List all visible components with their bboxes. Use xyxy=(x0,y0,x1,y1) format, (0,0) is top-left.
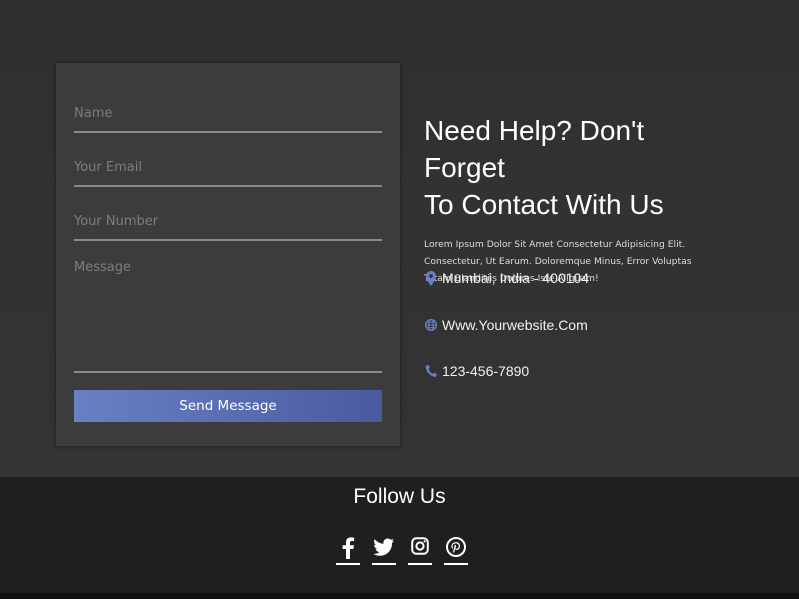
name-input[interactable] xyxy=(74,101,382,127)
address-row: Mumbai, India - 400104 xyxy=(424,270,589,286)
contact-heading-line1: Need Help? Don't Forget xyxy=(424,115,645,183)
address-text: Mumbai, India - 400104 xyxy=(442,270,590,286)
footer: Follow Us xyxy=(0,477,799,599)
message-field-wrapper xyxy=(74,257,382,373)
contact-page: Send Message Need Help? Don't Forget To … xyxy=(0,0,799,599)
phone-row: 123-456-7890 xyxy=(424,363,529,379)
contact-form: Send Message xyxy=(56,63,400,446)
pinterest-icon[interactable] xyxy=(444,537,468,565)
name-field-wrapper xyxy=(74,101,382,133)
contact-heading-line2: To Contact With Us xyxy=(424,189,664,220)
phone-text: 123-456-7890 xyxy=(442,363,530,379)
follow-us-heading: Follow Us xyxy=(353,485,446,508)
send-message-button[interactable]: Send Message xyxy=(74,390,382,422)
instagram-icon[interactable] xyxy=(408,537,432,565)
social-links xyxy=(336,537,468,565)
website-link[interactable]: Www.Yourwebsite.Com xyxy=(442,317,588,333)
twitter-icon[interactable] xyxy=(372,537,396,565)
website-row: Www.Yourwebsite.Com xyxy=(424,317,588,333)
globe-icon xyxy=(424,317,437,333)
email-input[interactable] xyxy=(74,155,382,181)
number-input[interactable] xyxy=(74,209,382,235)
facebook-icon[interactable] xyxy=(336,537,360,565)
email-field-wrapper xyxy=(74,155,382,187)
map-pin-icon xyxy=(424,270,437,286)
contact-info: Need Help? Don't Forget To Contact With … xyxy=(424,112,724,379)
message-textarea[interactable] xyxy=(74,257,382,368)
number-field-wrapper xyxy=(74,209,382,241)
phone-icon xyxy=(424,363,437,379)
contact-heading: Need Help? Don't Forget To Contact With … xyxy=(424,112,724,223)
